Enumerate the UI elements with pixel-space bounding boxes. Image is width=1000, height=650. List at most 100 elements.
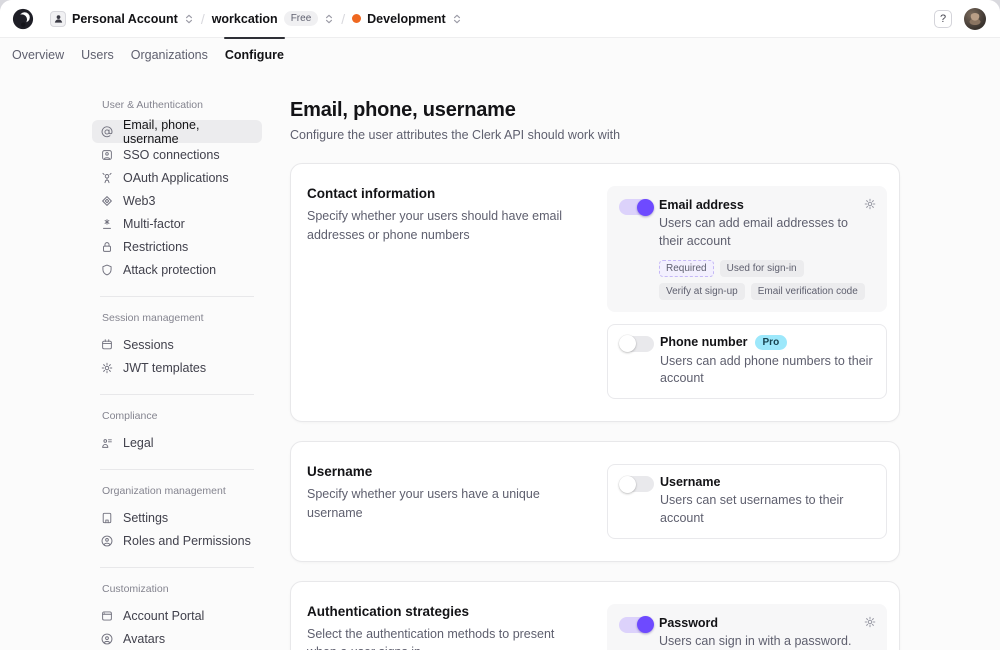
panel-description: Users can set usernames to their account [660, 492, 874, 528]
building-icon [100, 511, 114, 525]
breadcrumb-project-switcher[interactable]: workcation Free [212, 11, 335, 26]
sidebar-item-sessions[interactable]: Sessions [92, 333, 262, 356]
sidebar-section-title: Customization [102, 583, 262, 595]
card-description: Select the authentication methods to pre… [307, 625, 585, 650]
sidebar-item-sso-connections[interactable]: SSO connections [92, 143, 262, 166]
nav-tabs: Overview Users Organizations Configure [0, 38, 1000, 71]
sidebar-item-label: Sessions [123, 338, 174, 352]
tab-overview[interactable]: Overview [12, 48, 64, 62]
badge-required: Required [659, 260, 714, 277]
content-area: User & Authentication Email, phone, user… [0, 71, 1000, 650]
password-panel: Password Users can sign in with a passwo… [607, 604, 887, 650]
sidebar-divider [100, 296, 254, 297]
card-description: Specify whether your users have a unique… [307, 485, 585, 523]
sidebar-section-title: Session management [102, 312, 262, 324]
badge-email-verification-code: Email verification code [751, 283, 865, 300]
clerk-logo-icon[interactable] [12, 8, 34, 30]
panel-description: Users can add phone numbers to their acc… [660, 353, 874, 389]
legal-icon [100, 436, 114, 450]
sidebar-item-label: Multi-factor [123, 217, 185, 231]
panel-title: Email address [659, 198, 875, 212]
sidebar-item-org-settings[interactable]: Settings [92, 506, 262, 529]
shield-icon [100, 263, 114, 277]
card-title: Contact information [307, 186, 585, 201]
oauth-applications-icon [100, 171, 114, 185]
breadcrumb: Personal Account / workcation Free / Dev… [50, 11, 462, 27]
avatar-circle-icon [100, 632, 114, 646]
card-panels: Email address Users can add email addres… [607, 186, 887, 399]
sidebar-divider [100, 469, 254, 470]
tab-configure[interactable]: Configure [225, 48, 284, 62]
username-card: Username Specify whether your users have… [290, 441, 900, 562]
sidebar-item-label: Email, phone, username [123, 118, 254, 146]
sidebar-item-label: Attack protection [123, 263, 216, 277]
breadcrumb-account-switcher[interactable]: Personal Account [50, 11, 194, 27]
password-settings-gear-icon[interactable] [863, 615, 877, 629]
sidebar-item-web3[interactable]: Web3 [92, 189, 262, 212]
phone-number-toggle[interactable] [620, 336, 654, 352]
sidebar-item-label: Restrictions [123, 240, 188, 254]
sidebar-section-title: User & Authentication [102, 99, 262, 111]
breadcrumb-account-label: Personal Account [72, 12, 178, 26]
panel-title: Password [659, 616, 875, 630]
panel-title-text: Phone number [660, 335, 748, 349]
main-panel: Email, phone, username Configure the use… [290, 99, 900, 650]
sidebar-item-restrictions[interactable]: Restrictions [92, 235, 262, 258]
tab-users[interactable]: Users [81, 48, 114, 62]
card-heading-block: Username Specify whether your users have… [307, 464, 607, 523]
sidebar-item-multi-factor[interactable]: Multi-factor [92, 212, 262, 235]
app-window: Personal Account / workcation Free / Dev… [0, 0, 1000, 650]
toggle-knob [619, 476, 636, 493]
page-subtitle: Configure the user attributes the Clerk … [290, 127, 900, 144]
pro-badge: Pro [755, 335, 788, 350]
toggle-knob [637, 616, 654, 633]
email-address-toggle[interactable] [619, 199, 653, 215]
authentication-strategies-card: Authentication strategies Select the aut… [290, 581, 900, 650]
sidebar-item-attack-protection[interactable]: Attack protection [92, 258, 262, 281]
plan-badge: Free [284, 11, 319, 26]
user-avatar[interactable] [964, 8, 986, 30]
sidebar-divider [100, 394, 254, 395]
tab-organizations[interactable]: Organizations [131, 48, 208, 62]
username-toggle[interactable] [620, 476, 654, 492]
sidebar-item-label: Legal [123, 436, 154, 450]
sidebar-item-avatars[interactable]: Avatars [92, 627, 262, 650]
password-toggle[interactable] [619, 617, 653, 633]
sidebar-item-label: Roles and Permissions [123, 534, 251, 548]
breadcrumb-separator: / [341, 11, 345, 27]
panel-description: Users can add email addresses to their a… [659, 215, 875, 251]
sidebar-section-title: Compliance [102, 410, 262, 422]
panel-description: Users can sign in with a password. Passw… [659, 633, 875, 650]
sidebar-item-email-phone-username[interactable]: Email, phone, username [92, 120, 262, 143]
sessions-icon [100, 338, 114, 352]
breadcrumb-separator: / [201, 11, 205, 27]
breadcrumb-environment-switcher[interactable]: Development [352, 12, 462, 26]
sidebar-item-jwt-templates[interactable]: JWT templates [92, 356, 262, 379]
sidebar-item-legal[interactable]: Legal [92, 431, 262, 454]
unfold-chevrons-icon [184, 14, 194, 24]
card-title: Authentication strategies [307, 604, 585, 619]
email-address-panel: Email address Users can add email addres… [607, 186, 887, 312]
header-actions: ? [934, 8, 986, 30]
help-button[interactable]: ? [934, 10, 952, 28]
card-heading-block: Authentication strategies Select the aut… [307, 604, 607, 650]
card-description: Specify whether your users should have e… [307, 207, 585, 245]
phone-number-panel: Phone number Pro Users can add phone num… [607, 324, 887, 400]
at-sign-icon [100, 125, 114, 139]
account-avatar-icon [50, 11, 66, 27]
contact-information-card: Contact information Specify whether your… [290, 163, 900, 422]
email-settings-gear-icon[interactable] [863, 197, 877, 211]
sidebar-item-roles-permissions[interactable]: Roles and Permissions [92, 529, 262, 552]
lock-icon [100, 240, 114, 254]
sidebar-item-account-portal[interactable]: Account Portal [92, 604, 262, 627]
roles-icon [100, 534, 114, 548]
username-panel: Username Users can set usernames to thei… [607, 464, 887, 539]
sidebar-item-oauth-applications[interactable]: OAuth Applications [92, 166, 262, 189]
sso-connections-icon [100, 148, 114, 162]
environment-dot-icon [352, 14, 361, 23]
unfold-chevrons-icon [324, 14, 334, 24]
web3-icon [100, 194, 114, 208]
portal-window-icon [100, 609, 114, 623]
badge-used-for-sign-in: Used for sign-in [720, 260, 804, 277]
sidebar-item-label: Avatars [123, 632, 165, 646]
